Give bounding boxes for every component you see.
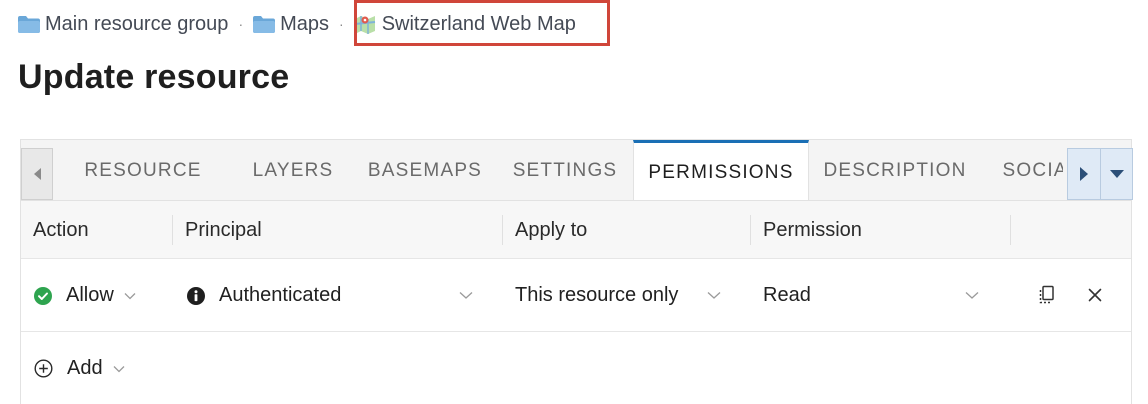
tab-layers[interactable]: LAYERS [233,140,353,201]
tab-label: SETTINGS [512,159,618,181]
table-header: Action Principal Apply to Permission [21,201,1131,259]
permission-select[interactable]: Read [763,259,993,332]
tab-scroll-left-button[interactable] [21,148,53,200]
add-row: Add [21,332,1131,404]
remove-button[interactable] [1084,284,1106,306]
tab-scroll-right-button[interactable] [1067,148,1101,200]
tab-label: SOCIAL [1002,159,1063,181]
tab-label: BASEMAPS [367,159,483,181]
add-label: Add [67,357,103,379]
tab-label: LAYERS [252,159,334,181]
copy-icon [1039,285,1054,304]
permissions-table: Action Principal Apply to Permission All… [20,200,1132,404]
tab-basemaps[interactable]: BASEMAPS [353,140,497,201]
tab-social[interactable]: SOCIAL [981,140,1063,201]
tab-settings[interactable]: SETTINGS [497,140,633,201]
action-select[interactable]: Allow [34,259,136,332]
caret-left-icon [33,168,41,180]
tab-bar: RESOURCE LAYERS BASEMAPS SETTINGS PERMIS… [20,139,1133,201]
apply-to-value: This resource only [515,284,679,306]
table-row: Allow Authenticated This resource only R… [21,259,1131,332]
folder-icon [18,15,40,33]
add-button[interactable]: Add [34,332,125,404]
chevron-down-icon [113,365,125,372]
tab-label: PERMISSIONS [648,161,794,183]
principal-value: Authenticated [219,284,342,306]
chevron-down-icon [965,292,979,299]
folder-icon [253,15,276,33]
permission-value: Read [763,284,811,306]
apply-to-select[interactable]: This resource only [515,259,735,332]
plus-circle-icon [34,359,53,378]
column-header-action: Action [33,218,89,241]
breadcrumb-item-current: Switzerland Web Map [354,13,576,36]
duplicate-button[interactable] [1036,284,1058,306]
info-circle-icon [187,286,205,305]
breadcrumb-label: Maps [280,12,330,35]
page-title: Update resource [18,58,290,96]
tab-list: RESOURCE LAYERS BASEMAPS SETTINGS PERMIS… [53,140,1063,201]
caret-right-icon [1080,167,1088,181]
tab-description[interactable]: DESCRIPTION [809,140,981,201]
chevron-down-icon [459,292,473,299]
caret-down-icon [1109,170,1124,178]
column-divider [1010,215,1011,245]
breadcrumb: Main resource group · Maps · Switzerland… [18,10,576,38]
column-header-permission: Permission [763,218,862,241]
breadcrumb-item-maps[interactable]: Maps [253,13,329,36]
breadcrumb-separator: · [238,16,244,32]
column-header-apply-to: Apply to [515,218,588,241]
breadcrumb-separator: · [339,16,344,32]
tab-label: RESOURCE [84,159,202,181]
chevron-down-icon [707,292,721,299]
chevron-down-icon [124,292,136,299]
tab-permissions[interactable]: PERMISSIONS [633,140,809,201]
tab-label: DESCRIPTION [823,159,967,181]
breadcrumb-label: Switzerland Web Map [381,12,576,35]
tab-menu-button[interactable] [1101,148,1133,200]
action-value: Allow [66,284,114,306]
breadcrumb-item-main-resource-group[interactable]: Main resource group [18,13,228,36]
column-header-principal: Principal [185,218,262,241]
web-map-icon [354,16,375,34]
breadcrumb-label: Main resource group [45,12,229,35]
check-circle-icon [34,286,52,305]
tab-resource[interactable]: RESOURCE [53,140,233,201]
close-icon [1088,288,1102,302]
principal-select[interactable]: Authenticated [187,259,497,332]
